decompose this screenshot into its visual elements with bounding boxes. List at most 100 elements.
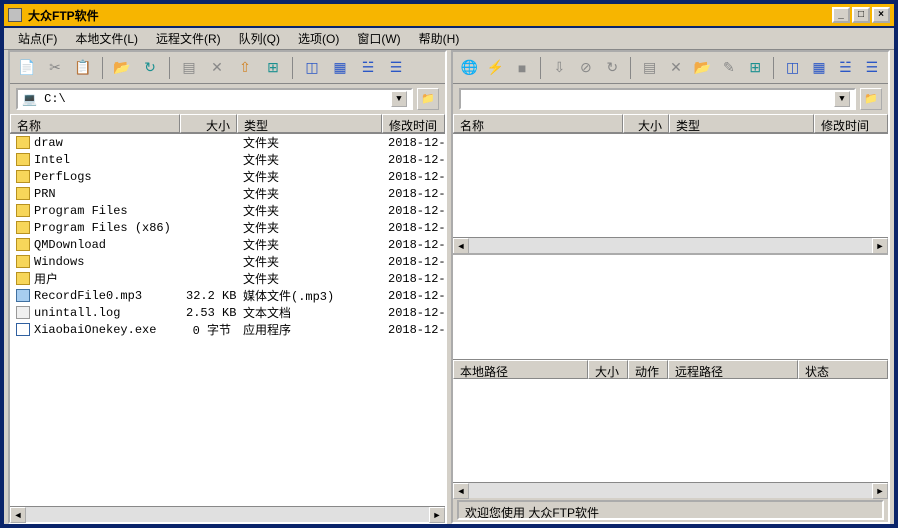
file-row[interactable]: PerfLogs文件夹2018-12-27: [10, 168, 445, 185]
file-row[interactable]: Windows文件夹2018-12-28: [10, 253, 445, 270]
menu-remote-file[interactable]: 远程文件(R): [148, 28, 229, 49]
scroll-left-icon[interactable]: ◄: [453, 483, 469, 499]
queue-header: 本地路径 大小 动作 远程路径 状态: [453, 359, 888, 379]
col-mtime[interactable]: 修改时间: [814, 114, 888, 133]
remote-newfolder-icon[interactable]: 📂: [692, 57, 712, 79]
folder-icon: [16, 272, 30, 285]
qcol-remotepath[interactable]: 远程路径: [668, 360, 798, 379]
remote-delete-icon[interactable]: ✕: [666, 57, 686, 79]
close-button[interactable]: ×: [872, 7, 890, 23]
col-size[interactable]: 大小: [180, 114, 237, 133]
file-row[interactable]: RecordFile0.mp332.2 KB媒体文件(.mp3)2018-12-…: [10, 287, 445, 304]
up-dir-button[interactable]: 📁: [417, 88, 439, 110]
file-name: unintall.log: [34, 306, 120, 320]
remote-view-small-icon[interactable]: ▦: [809, 57, 829, 79]
menu-queue[interactable]: 队列(Q): [231, 28, 288, 49]
qcol-size[interactable]: 大小: [588, 360, 628, 379]
stop-icon[interactable]: ■: [512, 57, 532, 79]
remote-hscroll[interactable]: ◄ ►: [453, 237, 888, 253]
file-row[interactable]: Program Files文件夹2018-12-24: [10, 202, 445, 219]
refresh-icon[interactable]: ↻: [139, 57, 161, 79]
file-name: PerfLogs: [34, 170, 92, 184]
file-mtime: 2018-12-27: [382, 289, 445, 303]
maximize-button[interactable]: □: [852, 7, 870, 23]
scroll-left-icon[interactable]: ◄: [10, 507, 26, 523]
remote-up-dir-button[interactable]: 📁: [860, 88, 882, 110]
remote-view-large-icon[interactable]: ◫: [782, 57, 802, 79]
scroll-track[interactable]: [26, 507, 429, 522]
view-list-icon[interactable]: ☱: [357, 57, 379, 79]
queue-hscroll[interactable]: ◄ ►: [453, 482, 888, 498]
cut-icon[interactable]: ✂: [44, 57, 66, 79]
qcol-localpath[interactable]: 本地路径: [453, 360, 588, 379]
scroll-left-icon[interactable]: ◄: [453, 238, 469, 254]
menu-option[interactable]: 选项(O): [290, 28, 347, 49]
col-size[interactable]: 大小: [623, 114, 669, 133]
new-folder-icon[interactable]: 📂: [111, 57, 133, 79]
scroll-track[interactable]: [469, 238, 872, 253]
scroll-right-icon[interactable]: ►: [429, 507, 445, 523]
queue-list[interactable]: [453, 379, 888, 482]
file-row[interactable]: QMDownload文件夹2018-12-24: [10, 236, 445, 253]
file-row[interactable]: Intel文件夹2018-12-24: [10, 151, 445, 168]
menu-help[interactable]: 帮助(H): [411, 28, 468, 49]
col-type[interactable]: 类型: [669, 114, 814, 133]
qcol-action[interactable]: 动作: [628, 360, 668, 379]
file-mtime: 2018-12-24: [382, 153, 445, 167]
file-row[interactable]: XiaobaiOnekey.exe0 字节应用程序2018-12-24: [10, 321, 445, 338]
file-name: XiaobaiOnekey.exe: [34, 323, 156, 337]
dropdown-icon[interactable]: ▼: [834, 91, 850, 107]
remote-file-list[interactable]: [453, 134, 888, 237]
dropdown-icon[interactable]: ▼: [391, 91, 407, 107]
folder-icon: [16, 238, 30, 251]
remote-log-pane[interactable]: [453, 253, 888, 358]
qcol-status[interactable]: 状态: [798, 360, 888, 379]
remote-props-icon[interactable]: ▤: [639, 57, 659, 79]
view-detail-icon[interactable]: ☰: [385, 57, 407, 79]
scroll-track[interactable]: [469, 483, 872, 498]
scroll-right-icon[interactable]: ►: [872, 483, 888, 499]
menu-local-file[interactable]: 本地文件(L): [67, 28, 146, 49]
minimize-button[interactable]: _: [832, 7, 850, 23]
local-hscroll[interactable]: ◄ ►: [10, 506, 445, 522]
remote-pane: 🌐 ⚡ ■ ⇩ ⊘ ↻ ▤ ✕ 📂 ✎ ⊞ ◫ ▦ ☱ ☰: [451, 50, 890, 524]
col-name[interactable]: 名称: [453, 114, 623, 133]
disconnect-icon[interactable]: ⚡: [485, 57, 505, 79]
scroll-right-icon[interactable]: ►: [872, 238, 888, 254]
menu-window[interactable]: 窗口(W): [349, 28, 408, 49]
file-type: 文件夹: [237, 219, 382, 236]
connect-icon[interactable]: 🌐: [459, 57, 479, 79]
remote-path-combo[interactable]: ▼: [459, 88, 856, 110]
col-type[interactable]: 类型: [237, 114, 382, 133]
window-title: 大众FTP软件: [28, 7, 99, 24]
tree-icon[interactable]: ⊞: [262, 57, 284, 79]
file-name: Program Files: [34, 204, 128, 218]
file-row[interactable]: 用户文件夹2018-12-24: [10, 270, 445, 287]
titlebar[interactable]: 大众FTP软件 _ □ ×: [4, 4, 894, 28]
paste-icon[interactable]: 📋: [72, 57, 94, 79]
remote-refresh-icon[interactable]: ↻: [602, 57, 622, 79]
remote-rename-icon[interactable]: ✎: [719, 57, 739, 79]
file-row[interactable]: draw文件夹2018-12-26: [10, 134, 445, 151]
local-address-row: 💻 C:\ ▼ 📁: [10, 84, 445, 114]
file-row[interactable]: unintall.log2.53 KB文本文档2018-12-26: [10, 304, 445, 321]
col-mtime[interactable]: 修改时间: [382, 114, 445, 133]
local-toolbar: 📄 ✂ 📋 📂 ↻ ▤ ✕ ⇧ ⊞ ◫ ▦ ☱ ☰: [10, 52, 445, 84]
remote-view-detail-icon[interactable]: ☰: [862, 57, 882, 79]
abort-icon[interactable]: ⊘: [576, 57, 596, 79]
copy-icon[interactable]: 📄: [16, 57, 38, 79]
file-row[interactable]: PRN文件夹2018-12-24: [10, 185, 445, 202]
properties-icon[interactable]: ▤: [178, 57, 200, 79]
col-name[interactable]: 名称: [10, 114, 180, 133]
upload-icon[interactable]: ⇧: [234, 57, 256, 79]
view-small-icon[interactable]: ▦: [329, 57, 351, 79]
local-path-combo[interactable]: 💻 C:\ ▼: [16, 88, 413, 110]
delete-icon[interactable]: ✕: [206, 57, 228, 79]
menu-site[interactable]: 站点(F): [10, 28, 65, 49]
view-large-icon[interactable]: ◫: [301, 57, 323, 79]
remote-tree-icon[interactable]: ⊞: [745, 57, 765, 79]
file-row[interactable]: Program Files (x86)文件夹2018-12-28: [10, 219, 445, 236]
local-file-list[interactable]: draw文件夹2018-12-26Intel文件夹2018-12-24PerfL…: [10, 134, 445, 506]
remote-view-list-icon[interactable]: ☱: [835, 57, 855, 79]
download-icon[interactable]: ⇩: [549, 57, 569, 79]
